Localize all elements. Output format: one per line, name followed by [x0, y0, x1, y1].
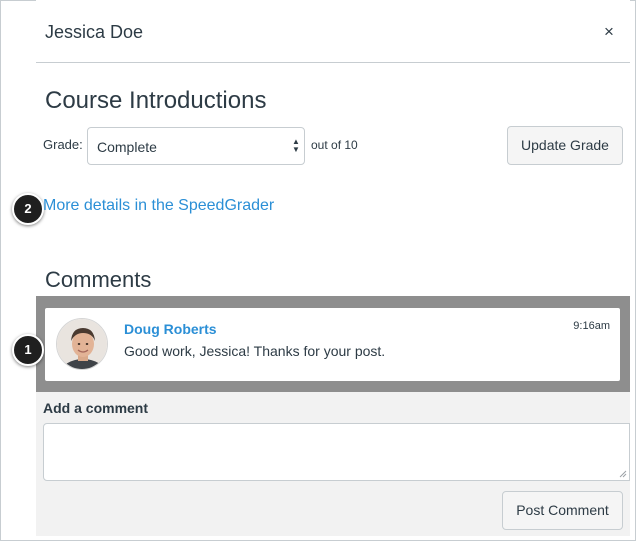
updown-arrows-icon: ▲ ▼: [292, 137, 300, 154]
user-avatar[interactable]: [56, 318, 108, 370]
update-grade-button[interactable]: Update Grade: [507, 126, 623, 165]
header-divider: [36, 62, 630, 63]
add-comment-label: Add a comment: [43, 400, 149, 416]
assignment-title: Course Introductions: [45, 87, 267, 114]
comment-body: Good work, Jessica! Thanks for your post…: [124, 343, 386, 359]
post-comment-button[interactable]: Post Comment: [502, 491, 623, 530]
comment-time: 9:16am: [573, 320, 610, 332]
student-name: Jessica Doe: [45, 22, 144, 42]
speedgrader-link[interactable]: More details in the SpeedGrader: [43, 197, 274, 215]
comment-input[interactable]: [43, 423, 630, 481]
comments-heading: Comments: [45, 267, 152, 292]
comment-author[interactable]: Doug Roberts: [124, 321, 217, 337]
resize-grip-icon[interactable]: [619, 470, 627, 478]
callout-2: 2: [12, 193, 44, 225]
grade-select[interactable]: Complete ▲ ▼: [87, 127, 305, 165]
points-possible: out of 10: [311, 138, 358, 152]
close-icon[interactable]: ×: [600, 22, 618, 42]
callout-1: 1: [12, 334, 44, 366]
grade-label: Grade:: [43, 137, 83, 152]
comment-item: Doug Roberts 9:16am Good work, Jessica! …: [45, 308, 620, 381]
grade-select-value: Complete: [97, 139, 157, 155]
